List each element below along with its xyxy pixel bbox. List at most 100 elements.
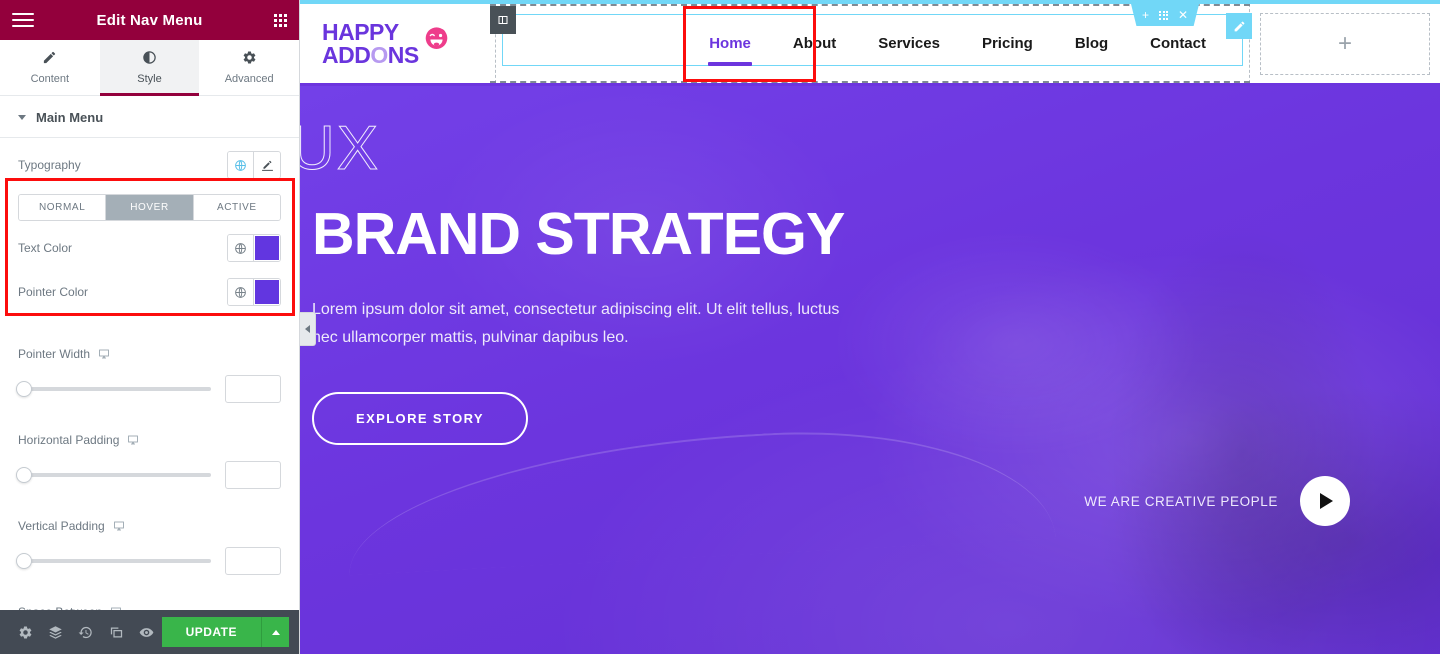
nav-item-contact[interactable]: Contact xyxy=(1129,22,1227,66)
horizontal-padding-label: Horizontal Padding xyxy=(18,433,120,447)
tab-content[interactable]: Content xyxy=(0,40,100,95)
desktop-icon[interactable] xyxy=(110,606,122,610)
pencil-icon xyxy=(42,50,57,68)
responsive-mode-icon[interactable] xyxy=(101,610,131,654)
edit-widget-button[interactable] xyxy=(1226,13,1252,39)
desktop-icon[interactable] xyxy=(113,520,125,532)
panel-title: Edit Nav Menu xyxy=(96,11,203,29)
hero-section: UX BRAND STRATEGY Lorem ipsum dolor sit … xyxy=(300,86,1440,654)
pointer-width-knob[interactable] xyxy=(16,381,32,397)
desktop-icon[interactable] xyxy=(98,348,110,360)
slider-vertical-padding: Vertical Padding xyxy=(0,509,299,577)
slider-horizontal-padding: Horizontal Padding xyxy=(0,423,299,491)
tab-content-label: Content xyxy=(30,73,70,85)
vertical-padding-track[interactable] xyxy=(16,553,211,569)
chevron-down-icon xyxy=(18,115,26,120)
tab-advanced[interactable]: Advanced xyxy=(199,40,300,95)
hero-video-cta: WE ARE CREATIVE PEOPLE xyxy=(1084,476,1350,526)
gear-icon xyxy=(242,50,257,68)
text-color-swatch[interactable] xyxy=(254,235,280,261)
history-clock-icon[interactable] xyxy=(71,610,101,654)
section-main-menu-label: Main Menu xyxy=(36,110,104,125)
plus-icon: + xyxy=(1337,29,1352,57)
tab-style[interactable]: Style xyxy=(99,40,200,96)
globe-icon[interactable] xyxy=(228,235,254,261)
panel-footer: UPDATE xyxy=(0,610,299,654)
editor-panel: Edit Nav Menu Content Style Advanced Mai… xyxy=(0,0,300,654)
space-between-label: Space Between xyxy=(18,605,102,610)
text-color-controls xyxy=(227,234,281,262)
color-swatch-fill xyxy=(255,280,279,304)
panel-tabs: Content Style Advanced xyxy=(0,40,300,96)
vertical-padding-input[interactable] xyxy=(225,547,281,575)
state-tab-normal[interactable]: NORMAL xyxy=(19,195,107,220)
update-options-caret-icon[interactable] xyxy=(261,617,290,647)
play-video-button[interactable] xyxy=(1300,476,1350,526)
nav-item-pricing[interactable]: Pricing xyxy=(961,22,1054,66)
horizontal-padding-input[interactable] xyxy=(225,461,281,489)
settings-gear-icon[interactable] xyxy=(10,610,40,654)
site-logo[interactable]: HAPPY ADDONS xyxy=(322,21,450,66)
collapse-panel-button[interactable] xyxy=(300,312,316,346)
vertical-padding-knob[interactable] xyxy=(16,553,32,569)
state-tab-active[interactable]: ACTIVE xyxy=(193,195,280,220)
nav-item-blog[interactable]: Blog xyxy=(1054,22,1129,66)
horizontal-padding-label-row: Horizontal Padding xyxy=(18,433,281,447)
site-header-section: HAPPY ADDONS Home About Services Pricing… xyxy=(300,0,1440,86)
horizontal-padding-knob[interactable] xyxy=(16,467,32,483)
nav-item-about[interactable]: About xyxy=(772,22,857,66)
add-column-area: + xyxy=(1250,4,1440,83)
chevron-left-icon xyxy=(305,325,310,333)
pointer-color-swatch[interactable] xyxy=(254,279,280,305)
slider-pointer-width: Pointer Width xyxy=(0,337,299,405)
add-column-button[interactable]: + xyxy=(1260,12,1430,75)
hero-title: BRAND STRATEGY xyxy=(312,201,845,267)
text-color-label: Text Color xyxy=(18,241,73,255)
pointer-color-row: Pointer Color xyxy=(0,273,299,311)
hamburger-menu-icon[interactable] xyxy=(12,13,34,27)
panel-header: Edit Nav Menu xyxy=(0,0,299,40)
add-widget-plus-icon[interactable]: + xyxy=(1142,9,1149,21)
grid-apps-icon[interactable] xyxy=(274,13,287,27)
logo-line2-highlight: O xyxy=(370,41,388,68)
horizontal-padding-track[interactable] xyxy=(16,467,211,483)
update-button[interactable]: UPDATE xyxy=(161,617,262,647)
pointer-width-input[interactable] xyxy=(225,375,281,403)
elementor-editor: Edit Nav Menu Content Style Advanced Mai… xyxy=(0,0,1440,654)
pointer-width-label: Pointer Width xyxy=(18,347,91,361)
vertical-padding-slider-line xyxy=(16,547,281,575)
vertical-padding-label: Vertical Padding xyxy=(18,519,105,533)
close-widget-x-icon[interactable]: ✕ xyxy=(1178,9,1188,21)
widget-handle-toolbar: + ✕ xyxy=(1131,4,1200,26)
globe-icon[interactable] xyxy=(228,279,254,305)
navigator-layers-icon[interactable] xyxy=(40,610,70,654)
space-between-label-row: Space Between xyxy=(18,605,281,610)
horizontal-padding-slider-line xyxy=(16,461,281,489)
preview-eye-icon[interactable] xyxy=(131,610,161,654)
pointer-color-controls xyxy=(227,278,281,306)
logo-line2-before: ADD xyxy=(322,41,371,68)
pointer-color-label: Pointer Color xyxy=(18,285,89,299)
logo-line2-after: NS xyxy=(387,41,419,68)
drag-widget-icon[interactable] xyxy=(1159,10,1169,20)
typography-row: Typography xyxy=(0,146,299,184)
happy-face-icon xyxy=(425,27,447,49)
nav-menu-list: Home About Services Pricing Blog Contact xyxy=(688,22,1249,66)
pointer-width-slider-line xyxy=(16,375,281,403)
pointer-width-track[interactable] xyxy=(16,381,211,397)
typography-controls xyxy=(227,151,281,179)
color-swatch-fill xyxy=(255,236,279,260)
logo-line-2: ADDONS xyxy=(322,41,419,68)
explore-story-button[interactable]: EXPLORE STORY xyxy=(312,391,529,445)
nav-item-services[interactable]: Services xyxy=(857,22,961,66)
pencil-icon[interactable] xyxy=(254,152,280,178)
column-handle[interactable] xyxy=(490,6,516,34)
globe-icon[interactable] xyxy=(228,152,254,178)
nav-item-home[interactable]: Home xyxy=(688,22,772,66)
state-toggle: NORMAL HOVER ACTIVE xyxy=(18,194,281,221)
state-tab-hover[interactable]: HOVER xyxy=(106,195,194,220)
section-main-menu[interactable]: Main Menu xyxy=(0,96,299,138)
desktop-icon[interactable] xyxy=(127,434,139,446)
contrast-half-circle-icon xyxy=(142,50,157,68)
update-button-group: UPDATE xyxy=(161,617,290,647)
